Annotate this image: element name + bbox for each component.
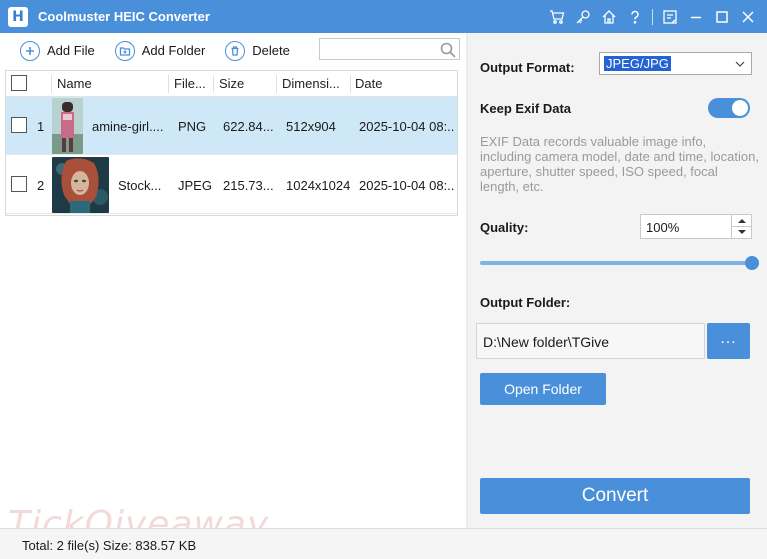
row-checkbox[interactable]: [11, 117, 27, 133]
file-table: Name File... Size Dimensi... Date 1 amin…: [5, 70, 458, 216]
output-format-select[interactable]: JPEG/JPG: [599, 52, 752, 75]
chevron-down-icon: [735, 61, 745, 67]
quality-slider-fill: [480, 261, 748, 265]
increment-icon[interactable]: [732, 215, 752, 226]
quality-slider[interactable]: [480, 261, 748, 265]
exif-description: EXIF Data records valuable image info, i…: [480, 134, 759, 194]
title-separator: [652, 8, 653, 25]
add-folder-button[interactable]: Add Folder: [114, 37, 206, 65]
home-icon[interactable]: [596, 0, 622, 33]
key-icon[interactable]: [570, 0, 596, 33]
output-folder-label: Output Folder:: [480, 295, 571, 310]
add-folder-icon: [114, 40, 135, 61]
file-name: Stock...: [118, 178, 162, 193]
help-icon[interactable]: [622, 0, 648, 33]
browse-folder-button[interactable]: ...: [707, 323, 750, 359]
image-thumbnail: [52, 98, 83, 154]
row-checkbox[interactable]: [11, 176, 27, 192]
search-input[interactable]: [319, 38, 460, 60]
quality-stepper-arrows: [731, 215, 752, 238]
output-folder-field[interactable]: D:\New folder\TGive: [476, 323, 705, 359]
title-bar-controls: [544, 0, 767, 33]
feedback-icon[interactable]: [657, 0, 683, 33]
quality-stepper[interactable]: 100%: [640, 214, 752, 239]
add-folder-label: Add Folder: [141, 43, 206, 58]
keep-exif-toggle[interactable]: [708, 98, 750, 118]
add-file-icon: [20, 40, 40, 61]
window-title: Coolmuster HEIC Converter: [38, 9, 210, 24]
column-header-name[interactable]: Name: [57, 71, 167, 97]
delete-button[interactable]: Delete: [225, 37, 290, 65]
keep-exif-label: Keep Exif Data: [480, 101, 572, 116]
file-type: PNG: [178, 119, 207, 134]
quality-value: 100%: [646, 220, 680, 235]
output-format-label: Output Format:: [480, 60, 575, 75]
output-format-value: JPEG/JPG: [604, 56, 671, 71]
convert-button[interactable]: Convert: [480, 478, 750, 514]
row-index: 1: [37, 119, 45, 134]
image-thumbnail: [52, 157, 109, 213]
file-name: amine-girl....: [92, 119, 164, 134]
row-index: 2: [37, 178, 45, 193]
table-row[interactable]: 1 amine-girl.... PNG 622.84... 512x904 2…: [6, 97, 457, 155]
add-file-label: Add File: [47, 43, 95, 58]
title-bar: H Coolmuster HEIC Converter: [0, 0, 767, 33]
column-header-date[interactable]: Date: [355, 71, 455, 97]
column-separator: [213, 75, 214, 93]
add-file-button[interactable]: Add File: [20, 37, 95, 65]
app-logo-icon: H: [8, 6, 28, 27]
column-separator: [51, 75, 52, 93]
column-separator: [168, 75, 169, 93]
output-folder-path: D:\New folder\TGive: [483, 334, 610, 350]
trash-icon: [225, 40, 246, 61]
table-header: Name File... Size Dimensi... Date: [6, 71, 457, 97]
file-type: JPEG: [178, 178, 212, 193]
file-size: 215.73...: [223, 178, 274, 193]
search-icon[interactable]: [439, 41, 457, 59]
decrement-icon[interactable]: [732, 226, 752, 237]
file-toolbar: Add File Add Folder Delete: [0, 33, 466, 68]
column-header-file-type[interactable]: File...: [174, 71, 212, 97]
select-all-checkbox[interactable]: [11, 75, 27, 91]
delete-label: Delete: [252, 43, 290, 58]
minimize-icon[interactable]: [683, 0, 709, 33]
file-size: 622.84...: [223, 119, 274, 134]
file-dimensions: 512x904: [286, 119, 336, 134]
file-dimensions: 1024x1024: [286, 178, 351, 193]
column-separator: [276, 75, 277, 93]
settings-panel: Output Format: JPEG/JPG Keep Exif Data E…: [468, 33, 767, 528]
status-text: Total: 2 file(s) Size: 838.57 KB: [22, 538, 197, 553]
open-folder-button[interactable]: Open Folder: [480, 373, 606, 405]
file-date: 2025-10-04 08:...: [359, 178, 455, 193]
file-list-empty-area: [0, 216, 466, 528]
column-separator: [350, 75, 351, 93]
quality-slider-thumb[interactable]: [745, 256, 759, 270]
close-icon[interactable]: [735, 0, 761, 33]
toggle-knob: [732, 100, 748, 116]
table-row[interactable]: 2 Stock... JPEG 215.73... 1024x1024 2025…: [6, 156, 457, 214]
column-header-dimensions[interactable]: Dimensi...: [282, 71, 348, 97]
file-date: 2025-10-04 08:...: [359, 119, 455, 134]
column-header-size[interactable]: Size: [219, 71, 274, 97]
cart-icon[interactable]: [544, 0, 570, 33]
maximize-icon[interactable]: [709, 0, 735, 33]
quality-label: Quality:: [480, 220, 529, 235]
status-bar: Total: 2 file(s) Size: 838.57 KB: [0, 528, 767, 559]
